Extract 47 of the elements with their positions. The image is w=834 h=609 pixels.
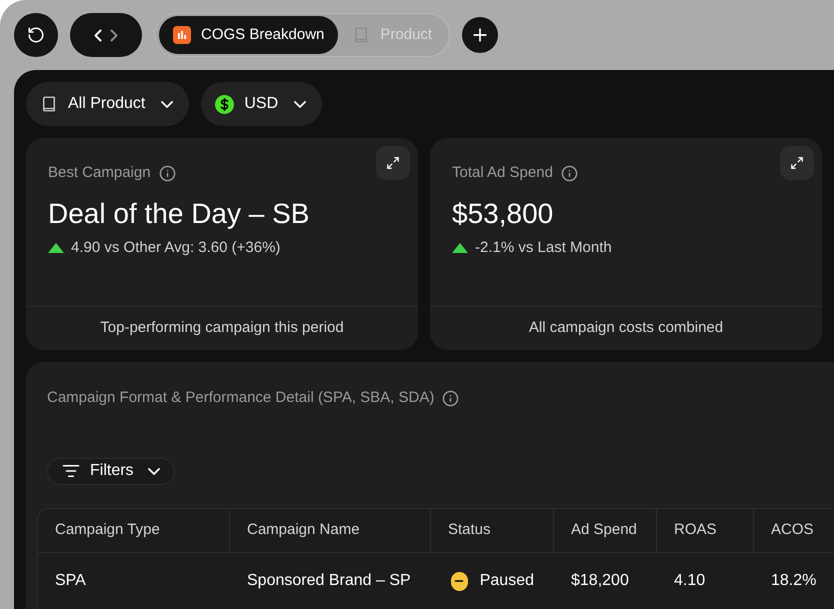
table-cell-text: 4.10 <box>673 571 706 591</box>
refresh-button[interactable] <box>14 13 58 57</box>
info-icon <box>560 164 578 182</box>
table-cell-text: Sponsored Brand – SP <box>246 571 412 591</box>
chevron-down-icon <box>148 468 160 475</box>
expand-icon <box>790 156 804 170</box>
filters-button[interactable]: Filters <box>47 458 175 485</box>
status-label: Paused <box>480 571 534 591</box>
column-header: Campaign Name <box>230 509 431 552</box>
expand-button[interactable] <box>376 146 410 180</box>
info-icon <box>158 164 176 182</box>
chevron-down-icon <box>294 100 306 108</box>
card-value: Deal of the Day – SB <box>48 196 310 231</box>
table-cell-text: 18.2% <box>770 571 818 591</box>
column-header: ROAS <box>657 509 754 552</box>
forward-button[interactable] <box>110 28 118 42</box>
column-header: Campaign Type <box>38 509 230 552</box>
section-title: Campaign Format & Performance Detail (SPA, SBA, SDA) <box>47 388 434 408</box>
filter-dropdown[interactable]: USD <box>201 82 322 126</box>
card-title: Total Ad Spend <box>452 163 553 183</box>
column-header: Status <box>431 509 554 552</box>
bar-chart-icon <box>173 26 191 44</box>
chevron-left-icon <box>94 28 102 42</box>
expand-button[interactable] <box>780 146 814 180</box>
filter-dropdown[interactable]: All Product <box>26 82 190 126</box>
back-button[interactable] <box>94 28 102 42</box>
new-tab-button[interactable] <box>462 17 498 53</box>
table-cell-text: SPA <box>54 571 87 591</box>
chevron-right-icon <box>110 28 118 42</box>
up-triangle-icon <box>452 242 468 253</box>
tab[interactable]: COGS Breakdown <box>159 16 338 54</box>
column-header: ACOS <box>754 509 834 552</box>
refresh-icon <box>27 26 45 44</box>
card-delta: -2.1% vs Last Month <box>475 238 612 258</box>
card-title: Best Campaign <box>48 163 151 183</box>
up-triangle-icon <box>48 242 64 253</box>
card-value: $53,800 <box>452 196 554 230</box>
expand-icon <box>386 156 400 170</box>
info-icon <box>442 390 460 407</box>
card-footer: All campaign costs combined <box>528 317 724 340</box>
table-cell-text: $18,200 <box>570 571 630 591</box>
card-footer: Top-performing campaign this period <box>100 317 344 340</box>
dollar-icon <box>215 94 234 114</box>
chevron-down-icon <box>161 100 174 108</box>
column-header: Ad Spend <box>554 509 657 552</box>
card-delta: 4.90 vs Other Avg: 3.60 (+36%) <box>71 238 280 258</box>
book-icon <box>40 95 58 113</box>
